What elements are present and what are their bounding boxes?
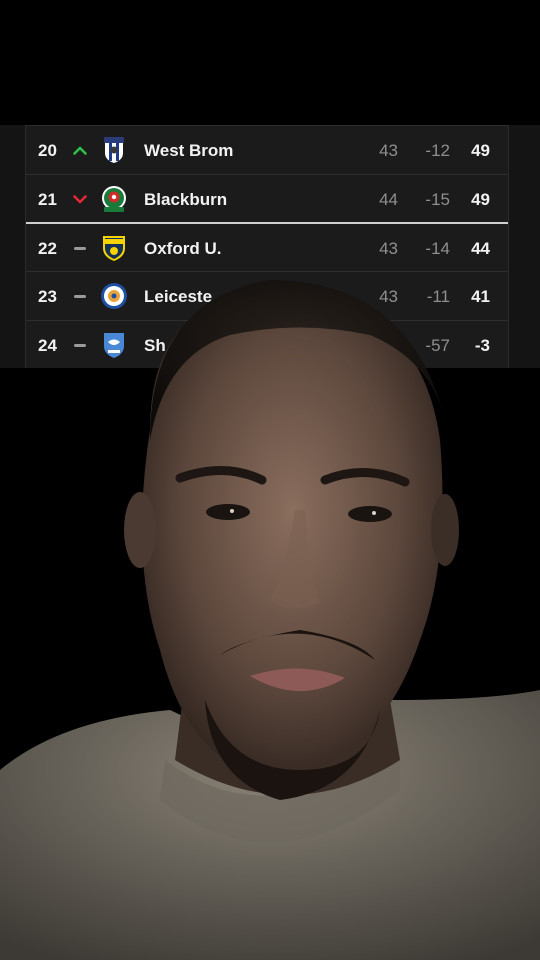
sheffield-wednesday-crest-icon — [100, 331, 128, 359]
goal-difference: -57 — [425, 336, 450, 355]
games-played: 43 — [379, 239, 398, 258]
team-name: Sh — [144, 336, 166, 355]
goal-difference: -12 — [425, 141, 450, 160]
position-number: 21 — [38, 190, 57, 209]
games-played: 43 — [379, 287, 398, 306]
table-row[interactable]: 23 Leiceste 43 -11 41 — [26, 271, 508, 321]
rank-unchanged-icon — [70, 224, 90, 273]
table-row[interactable]: 22 Oxford U. 43 -14 44 — [26, 222, 508, 273]
rank-down-icon — [70, 175, 90, 224]
league-table: 20 West Brom 43 -12 49 21 Blackburn 44 -… — [25, 125, 509, 368]
rank-unchanged-icon — [70, 321, 90, 368]
points: -3 — [474, 336, 490, 355]
position-number: 23 — [38, 287, 57, 306]
league-table-panel: 20 West Brom 43 -12 49 21 Blackburn 44 -… — [0, 125, 540, 368]
blackburn-crest-icon — [100, 185, 128, 213]
points: 49 — [471, 141, 490, 160]
position-number: 24 — [38, 336, 57, 355]
table-row[interactable]: 20 West Brom 43 -12 49 — [26, 125, 508, 175]
goal-difference: -14 — [425, 239, 450, 258]
leicester-crest-icon — [100, 282, 128, 310]
points: 49 — [471, 190, 490, 209]
team-name: West Brom — [144, 141, 234, 160]
points: 41 — [471, 287, 490, 306]
points: 44 — [471, 239, 490, 258]
team-name: Oxford U. — [144, 239, 222, 258]
table-row[interactable]: 24 Sh -57 -3 — [26, 320, 508, 368]
games-played: 43 — [379, 141, 398, 160]
oxford-crest-icon — [100, 234, 128, 262]
position-number: 20 — [38, 141, 57, 160]
table-row[interactable]: 21 Blackburn 44 -15 49 — [26, 174, 508, 224]
goal-difference: -11 — [426, 287, 450, 306]
team-name: Leiceste — [144, 287, 213, 306]
rank-up-icon — [70, 126, 90, 175]
screen: 20 West Brom 43 -12 49 21 Blackburn 44 -… — [0, 0, 540, 960]
west-brom-crest-icon — [100, 136, 128, 164]
team-name: Blackburn — [144, 190, 228, 209]
position-number: 22 — [38, 239, 57, 258]
rank-unchanged-icon — [70, 272, 90, 321]
goal-difference: -15 — [425, 190, 450, 209]
games-played: 44 — [379, 190, 398, 209]
